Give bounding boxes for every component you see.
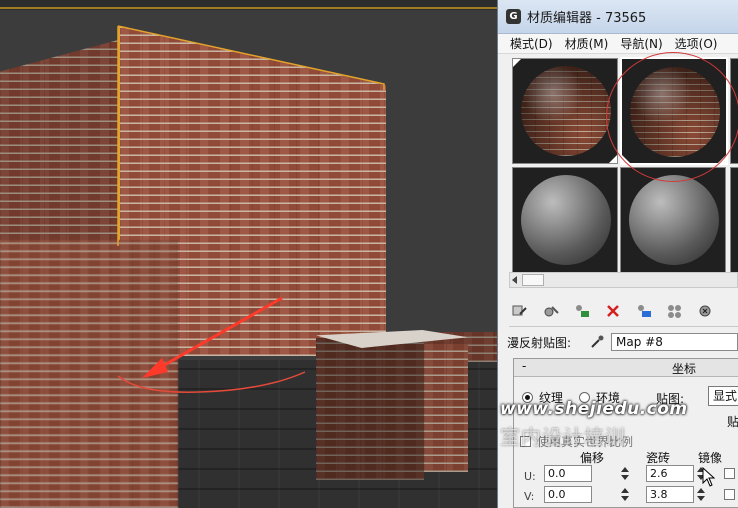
selection-edge-line — [0, 7, 498, 9]
menu-navigation[interactable]: 导航(N) — [620, 35, 662, 52]
material-slot-4[interactable] — [512, 167, 618, 273]
diffuse-map-row: 漫反射贴图: Map #8 — [507, 332, 738, 352]
radio-texture-row[interactable]: 纹理 环境 — [522, 389, 620, 405]
slot-corner-mark — [718, 155, 726, 163]
brick-sphere-preview — [630, 67, 720, 157]
make-material-copy-icon[interactable] — [571, 301, 593, 321]
window-title: 材质编辑器 - 73565 — [527, 11, 647, 26]
mirror-header: 镜像 — [698, 451, 723, 465]
app-icon: G — [506, 9, 521, 24]
menu-material[interactable]: 材质(M) — [565, 35, 609, 52]
radio-texture-label: 纹理 — [539, 390, 564, 405]
brick-wall-front[interactable] — [0, 240, 178, 508]
menu-mode[interactable]: 模式(D) — [510, 35, 553, 52]
scroll-left-icon[interactable] — [512, 276, 517, 284]
menu-options[interactable]: 选项(O) — [675, 35, 718, 52]
diffuse-map-name-field[interactable]: Map #8 — [611, 333, 738, 351]
eyedropper-icon[interactable] — [587, 333, 607, 351]
3d-viewport[interactable] — [0, 0, 498, 508]
u-offset-field[interactable]: 0.0 — [544, 465, 592, 482]
put-to-scene-icon[interactable] — [509, 301, 531, 321]
v-label: V: — [524, 489, 535, 503]
v-offset-spinner[interactable] — [620, 486, 630, 503]
screen: G 材质编辑器 - 73565 模式(D) 材质(M) 导航(N) 选项(O) — [0, 0, 738, 508]
v-tiling-field[interactable]: 3.8 — [646, 486, 694, 503]
grey-sphere-preview — [629, 175, 719, 265]
mouse-cursor-icon — [702, 467, 716, 487]
tiling-header: 瓷砖 — [646, 451, 671, 465]
scroll-thumb[interactable] — [522, 274, 544, 286]
brick-small-box-side[interactable] — [424, 344, 468, 472]
mapping-dropdown[interactable]: 显式 — [708, 386, 738, 406]
material-slot-6-partial[interactable] — [730, 167, 738, 273]
slot-corner-mark — [513, 59, 521, 67]
diffuse-map-label: 漫反射贴图: — [507, 335, 572, 350]
v-tiling-spinner[interactable] — [696, 486, 706, 503]
brick-wall-back-left[interactable] — [0, 40, 118, 250]
slot-scrollbar[interactable] — [509, 272, 738, 288]
assign-to-selection-icon[interactable] — [540, 301, 562, 321]
material-slot-1[interactable] — [512, 58, 618, 164]
slot-corner-mark — [622, 155, 630, 163]
u-tiling-field[interactable]: 2.6 — [646, 465, 694, 482]
radio-environment[interactable] — [579, 391, 591, 403]
show-map-in-viewport-icon[interactable] — [633, 301, 655, 321]
menu-bar: 模式(D) 材质(M) 导航(N) 选项(O) — [498, 34, 738, 54]
u-offset-spinner[interactable] — [620, 465, 630, 482]
material-slots — [509, 56, 738, 273]
viewport-top-strip — [0, 0, 498, 10]
u-label: U: — [524, 469, 536, 483]
v-offset-field[interactable]: 0.0 — [544, 486, 592, 503]
grey-sphere-preview — [521, 175, 611, 265]
slot-corner-mark — [609, 155, 617, 163]
rollout-title: 坐标 — [672, 362, 697, 376]
truncated-label: 贴 — [727, 415, 738, 429]
v-mirror-checkbox[interactable] — [724, 489, 735, 500]
brick-small-box-front[interactable] — [316, 338, 424, 480]
u-mirror-checkbox[interactable] — [724, 468, 735, 479]
radio-environment-label: 环境 — [596, 390, 621, 405]
material-id-icon[interactable] — [664, 301, 686, 321]
coordinates-rollout-header[interactable]: - 坐标 — [514, 359, 738, 377]
real-world-scale-label: 使用真实世界比例 — [537, 435, 634, 449]
collapse-icon[interactable]: - — [522, 359, 526, 373]
delete-icon[interactable] — [602, 301, 624, 321]
real-world-scale-row[interactable]: 使用真实世界比例 — [520, 433, 633, 450]
toolbar-divider — [509, 326, 738, 327]
title-bar[interactable]: G 材质编辑器 - 73565 — [498, 0, 738, 34]
material-toolbar — [509, 300, 738, 322]
material-slot-5[interactable] — [620, 167, 726, 273]
mapping-label: 贴图: — [656, 392, 685, 406]
radio-texture[interactable] — [522, 391, 533, 403]
real-world-scale-checkbox[interactable] — [520, 436, 531, 447]
material-slot-3-partial[interactable] — [730, 58, 738, 164]
material-slot-2-active[interactable] — [620, 57, 728, 165]
brick-sphere-preview — [521, 66, 611, 156]
pick-material-icon[interactable] — [695, 301, 717, 321]
offset-header: 偏移 — [580, 451, 605, 465]
